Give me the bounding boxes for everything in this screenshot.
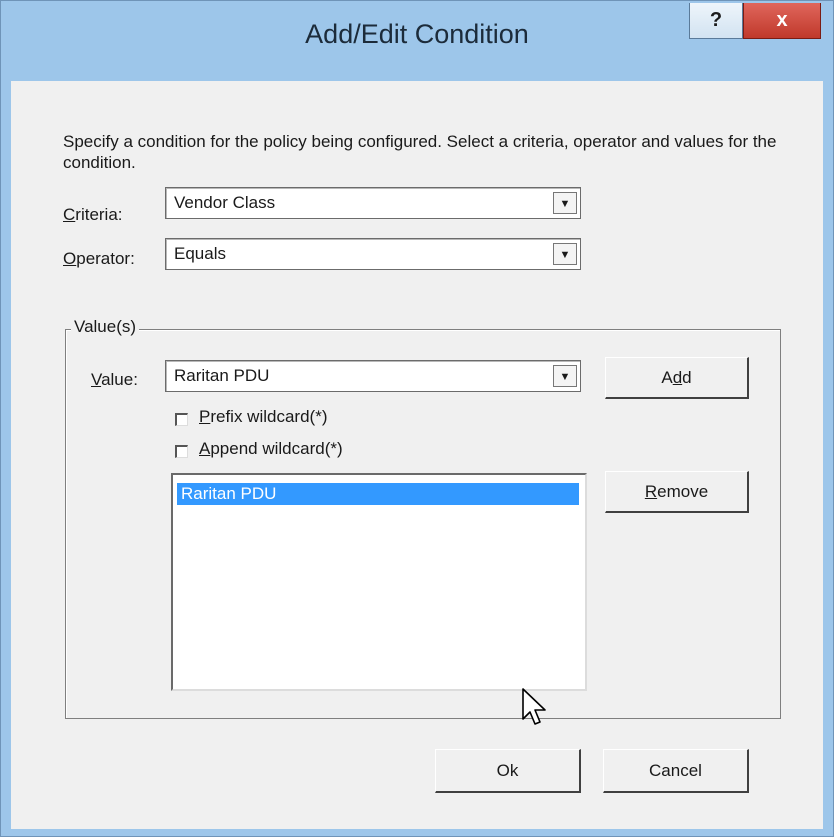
help-button[interactable]: ?: [689, 3, 743, 39]
close-icon: x: [776, 9, 788, 31]
list-item[interactable]: Raritan PDU: [177, 483, 579, 505]
dialog-window: Add/Edit Condition ? x Specify a conditi…: [0, 0, 834, 837]
criteria-label: Criteria:: [63, 205, 123, 224]
values-listbox[interactable]: Raritan PDU: [171, 473, 587, 691]
prefix-wildcard-label[interactable]: Prefix wildcard(*): [199, 407, 327, 427]
operator-dropdown[interactable]: Equals ▼: [165, 238, 581, 270]
append-wildcard-checkbox[interactable]: [175, 445, 188, 458]
value-label: Value:: [91, 370, 138, 389]
operator-label: Operator:: [63, 249, 135, 268]
add-button[interactable]: Add: [605, 357, 749, 399]
criteria-value: Vendor Class: [174, 193, 276, 212]
ok-button[interactable]: Ok: [435, 749, 581, 793]
append-wildcard-label[interactable]: Append wildcard(*): [199, 439, 343, 459]
chevron-down-icon[interactable]: ▼: [553, 243, 577, 265]
description-text: Specify a condition for the policy being…: [63, 132, 777, 172]
title-bar[interactable]: Add/Edit Condition ? x: [1, 1, 833, 81]
cancel-button[interactable]: Cancel: [603, 749, 749, 793]
value-input-text: Raritan PDU: [174, 366, 270, 385]
value-combobox[interactable]: Raritan PDU ▼: [165, 360, 581, 392]
close-button[interactable]: x: [743, 3, 821, 39]
remove-button[interactable]: Remove: [605, 471, 749, 513]
dialog-body: Specify a condition for the policy being…: [11, 81, 823, 829]
criteria-dropdown[interactable]: Vendor Class ▼: [165, 187, 581, 219]
prefix-wildcard-checkbox[interactable]: [175, 413, 188, 426]
mouse-cursor-icon: [522, 688, 546, 725]
chevron-down-icon[interactable]: ▼: [553, 192, 577, 214]
operator-value: Equals: [174, 244, 226, 263]
values-group-title: Value(s): [71, 317, 140, 337]
chevron-down-icon[interactable]: ▼: [553, 365, 577, 387]
